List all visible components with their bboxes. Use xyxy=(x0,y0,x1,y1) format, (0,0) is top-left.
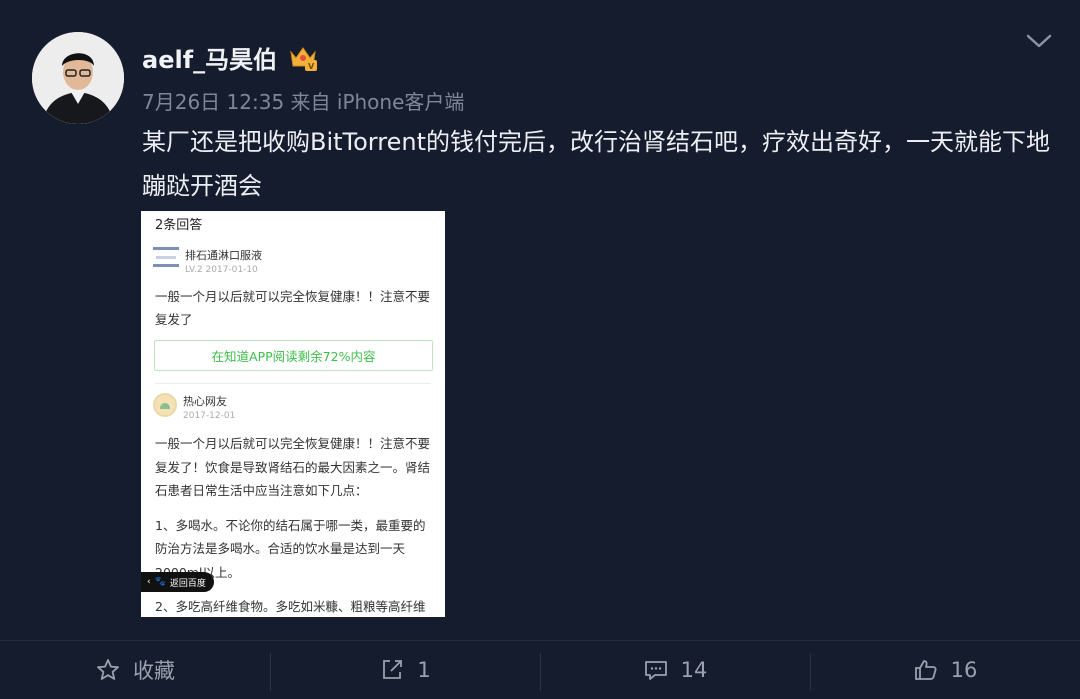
action-bar: 收藏 1 14 16 xyxy=(0,640,1080,699)
crown-icon: V xyxy=(287,44,319,72)
answer2-paragraph: 一般一个月以后就可以完全恢复健康！！注意不要复发了！饮食是导致肾结石的最大因素之… xyxy=(155,436,431,498)
answer1-text: 一般一个月以后就可以完全恢复健康！！注意不要复发了 xyxy=(155,289,431,327)
like-count: 16 xyxy=(950,658,978,682)
post-text: 某厂还是把收购BitTorrent的钱付完后，改行治肾结石吧，疗效出奇好，一天就… xyxy=(142,128,1050,200)
share-count: 1 xyxy=(417,658,431,682)
comment-icon xyxy=(644,661,667,680)
comment-count: 14 xyxy=(680,658,708,682)
back-label: 返回百度 xyxy=(169,578,206,589)
avatar[interactable] xyxy=(32,32,124,124)
thumbs-up-icon xyxy=(914,660,937,680)
username-text[interactable]: aelf_马昊伯 xyxy=(142,40,277,75)
favorite-button[interactable]: 收藏 xyxy=(0,641,270,699)
answer1-user: 排石通淋口服液 LV.2 2017-01-10 xyxy=(153,247,262,275)
chevron-down-icon[interactable] xyxy=(1024,30,1054,52)
answer2-paragraph: 2、多吃高纤维食物。多吃如米糠、粗粮等高纤维食物，可以防止结石发生 xyxy=(155,599,426,614)
share-icon xyxy=(383,660,403,679)
comment-button[interactable]: 14 xyxy=(540,641,810,699)
username[interactable]: aelf_马昊伯 V xyxy=(142,40,319,75)
back-to-baidu: ‹ 🐾 返回百度 xyxy=(141,572,214,592)
answer1-level-date: LV.2 2017-01-10 xyxy=(185,265,258,275)
answer1-username: 排石通淋口服液 xyxy=(185,249,262,262)
post-meta: 7月26日 12:35 来自 iPhone客户端 xyxy=(142,90,465,114)
answer2-date: 2017-12-01 xyxy=(183,411,236,421)
like-button[interactable]: 16 xyxy=(810,641,1080,699)
paw-icon: 🐾 xyxy=(154,577,166,587)
back-icon: ‹ xyxy=(147,577,151,587)
answer2-username: 热心网友 xyxy=(183,395,227,408)
user-avatar-icon xyxy=(153,393,177,417)
divider xyxy=(155,383,431,384)
attached-screenshot[interactable]: 2条回答 排石通淋口服液 LV.2 2017-01-10 一般一个月以后就可以完… xyxy=(141,211,445,617)
share-button[interactable]: 1 xyxy=(270,641,540,699)
answer2-user: 热心网友 2017-12-01 xyxy=(153,393,235,421)
answers-count: 2条回答 xyxy=(155,218,203,233)
brand-logo-icon xyxy=(153,247,179,267)
star-icon xyxy=(97,659,119,680)
svg-text:V: V xyxy=(308,62,315,71)
open-app-button: 在知道APP阅读剩余72%内容 xyxy=(154,340,433,371)
favorite-label: 收藏 xyxy=(133,659,175,683)
